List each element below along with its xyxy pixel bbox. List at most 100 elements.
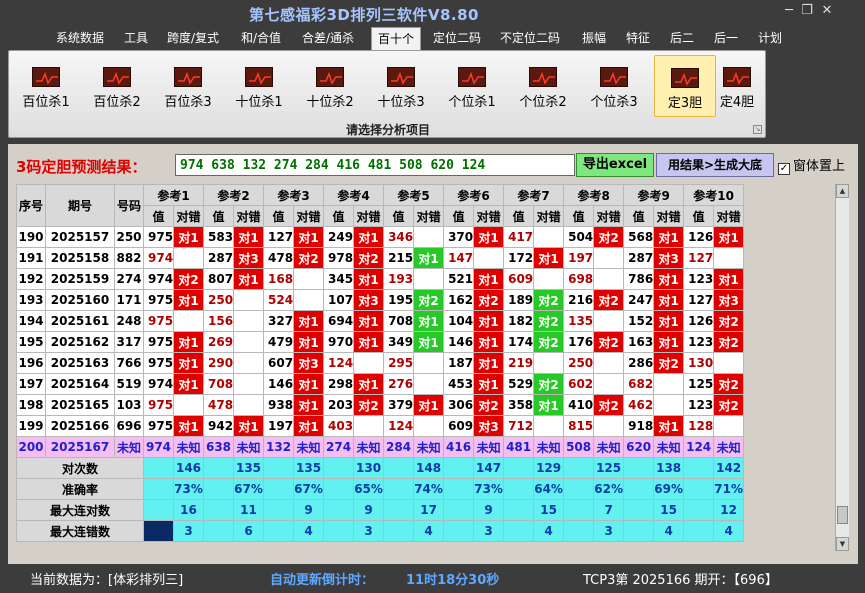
row-period: 2025162: [45, 331, 115, 353]
stats-label: 对次数: [16, 457, 144, 479]
ref-value: 970: [323, 331, 355, 353]
header-mark: 对错: [413, 205, 445, 227]
row-seq: 190: [16, 226, 46, 248]
expand-icon[interactable]: ↘: [753, 125, 762, 134]
table-row[interactable]: 199 2025166 696 975 对1 942 对1 197 对1 403 124 609 对3 7…: [16, 415, 745, 437]
ref-mark: [233, 310, 265, 332]
ref-mark: 对1: [353, 331, 385, 353]
menu-item-system-data[interactable]: 系统数据: [56, 29, 104, 46]
ref-value: 127: [683, 289, 715, 311]
vertical-scrollbar[interactable]: ▲ ▼: [835, 184, 849, 551]
header-ref-9[interactable]: 参考9: [623, 184, 685, 206]
stats-value: 74%: [413, 478, 445, 500]
menu-item-nonpos-pair[interactable]: 不定位二码: [500, 29, 560, 46]
table-row[interactable]: 195 2025162 317 975 对1 269 479 对1 970 对1 349 对1 146 对…: [16, 331, 745, 353]
stats-value: 62%: [593, 478, 625, 500]
ref-mark: 对1: [653, 226, 685, 248]
ref-value: 975: [143, 289, 174, 311]
header-value: 值: [203, 205, 235, 227]
row-seq: 194: [16, 310, 46, 332]
stats-value: 9: [353, 499, 385, 521]
header-ref-3[interactable]: 参考3: [263, 184, 325, 206]
prediction-row[interactable]: 200 2025167 未知 974 未知 638 未知 132 未知 274 未知 284 未知 416…: [16, 436, 745, 458]
row-number: 766: [114, 352, 144, 374]
prediction-result-field[interactable]: 974 638 132 274 284 416 481 508 620 124: [175, 154, 575, 176]
ref-mark: [713, 415, 745, 437]
menu-item-span[interactable]: 跨度/复式: [167, 29, 219, 46]
ref-mark: 对2: [713, 373, 745, 395]
menu-item-tools[interactable]: 工具: [124, 29, 148, 46]
header-ref-7[interactable]: 参考7: [503, 184, 565, 206]
stats-value: 147: [473, 457, 505, 479]
header-ref-4[interactable]: 参考4: [323, 184, 385, 206]
menu-item-back-one[interactable]: 后一: [714, 29, 738, 46]
menu-item-sum[interactable]: 和/合值: [241, 29, 281, 46]
header-value: 值: [143, 205, 174, 227]
menu-item-position[interactable]: 百十个: [371, 27, 422, 51]
ribbon-button-1[interactable]: 百位杀1: [15, 55, 77, 117]
menu-item-plan[interactable]: 计划: [758, 29, 782, 46]
row-seq: 199: [16, 415, 46, 437]
table-row[interactable]: 190 2025157 250 975 对1 583 对1 127 对1 249 对1 346 370 对…: [16, 226, 745, 248]
export-excel-button[interactable]: 导出excel: [576, 153, 654, 177]
ref-mark: [713, 247, 745, 269]
chart-icon: [103, 67, 131, 87]
stats-value: 17: [413, 499, 445, 521]
stats-spacer: [443, 499, 475, 521]
stats-spacer: [323, 457, 355, 479]
menu-item-pos-pair[interactable]: 定位二码: [433, 29, 481, 46]
ribbon-button-9[interactable]: 个位杀3: [583, 55, 645, 117]
ref-value: 146: [443, 331, 475, 353]
ribbon-button-10[interactable]: 定3胆: [654, 55, 716, 117]
scroll-thumb[interactable]: [837, 506, 848, 524]
stats-spacer: [383, 499, 415, 521]
table-row[interactable]: 192 2025159 274 974 对2 807 对1 168 345 对1 193 521 对1 6…: [16, 268, 745, 290]
stats-value: 4: [653, 520, 685, 542]
ref-value: 219: [503, 352, 535, 374]
check-icon[interactable]: ✓: [778, 163, 790, 175]
header-ref-10[interactable]: 参考10: [683, 184, 745, 206]
table-row[interactable]: 194 2025161 248 975 156 327 对1 694 对1 708 对1 104 对1 1…: [16, 310, 745, 332]
ref-mark: 对1: [293, 310, 325, 332]
ribbon-button-3[interactable]: 百位杀3: [157, 55, 219, 117]
generate-base-button[interactable]: 用结果>生成大底: [656, 153, 774, 177]
table-row[interactable]: 197 2025164 519 974 对1 708 146 对1 298 对1 276 453 对1 5…: [16, 373, 745, 395]
table-row[interactable]: 193 2025160 171 975 对1 250 524 107 对3 195 对2 162 对2 1…: [16, 289, 745, 311]
table-row[interactable]: 191 2025158 882 974 287 对3 478 对2 978 对2 215 对1 147 1…: [16, 247, 745, 269]
ribbon-button-11[interactable]: 定4胆: [714, 55, 760, 117]
scroll-down-icon[interactable]: ▼: [836, 537, 849, 551]
header-ref-6[interactable]: 参考6: [443, 184, 505, 206]
ref-value: 182: [503, 310, 535, 332]
header-ref-1[interactable]: 参考1: [142, 184, 205, 206]
scroll-up-icon[interactable]: ▲: [836, 184, 849, 198]
table-row[interactable]: 198 2025165 103 975 478 938 对1 203 对2 379 对1 306 对2 3…: [16, 394, 745, 416]
ribbon-button-7[interactable]: 个位杀1: [441, 55, 503, 117]
ref-value: 162: [443, 289, 475, 311]
table-row[interactable]: 196 2025163 766 975 对1 290 607 对3 124 295 187 对1 219…: [16, 352, 745, 374]
header-value: 值: [263, 205, 295, 227]
ref-mark: 对2: [353, 394, 385, 416]
menu-item-back-two[interactable]: 后二: [670, 29, 694, 46]
stats-value: 16: [172, 499, 205, 521]
menu-item-feature[interactable]: 特征: [626, 29, 650, 46]
ribbon-button-4[interactable]: 十位杀1: [228, 55, 290, 117]
header-ref-2[interactable]: 参考2: [203, 184, 265, 206]
ref-mark: 对1: [473, 352, 505, 374]
ribbon-button-6[interactable]: 十位杀3: [370, 55, 432, 117]
ribbon-button-5[interactable]: 十位杀2: [299, 55, 361, 117]
menu-item-diff[interactable]: 合差/通杀: [302, 29, 354, 46]
menu-item-amplitude[interactable]: 振幅: [582, 29, 606, 46]
header-ref-5[interactable]: 参考5: [383, 184, 445, 206]
ribbon-button-2[interactable]: 百位杀2: [86, 55, 148, 117]
predict-value: 284: [383, 436, 415, 458]
ref-value: 358: [503, 394, 535, 416]
topmost-checkbox[interactable]: ✓ 窗体置上: [778, 155, 845, 175]
row-period: 2025161: [45, 310, 115, 332]
stats-value: 138: [653, 457, 685, 479]
restore-icon[interactable]: ❐: [796, 3, 818, 18]
ref-mark: 对3: [293, 352, 325, 374]
header-ref-8[interactable]: 参考8: [563, 184, 625, 206]
close-icon[interactable]: ✕: [816, 3, 838, 18]
ribbon-button-label: 百位杀1: [22, 95, 70, 110]
ribbon-button-8[interactable]: 个位杀2: [512, 55, 574, 117]
